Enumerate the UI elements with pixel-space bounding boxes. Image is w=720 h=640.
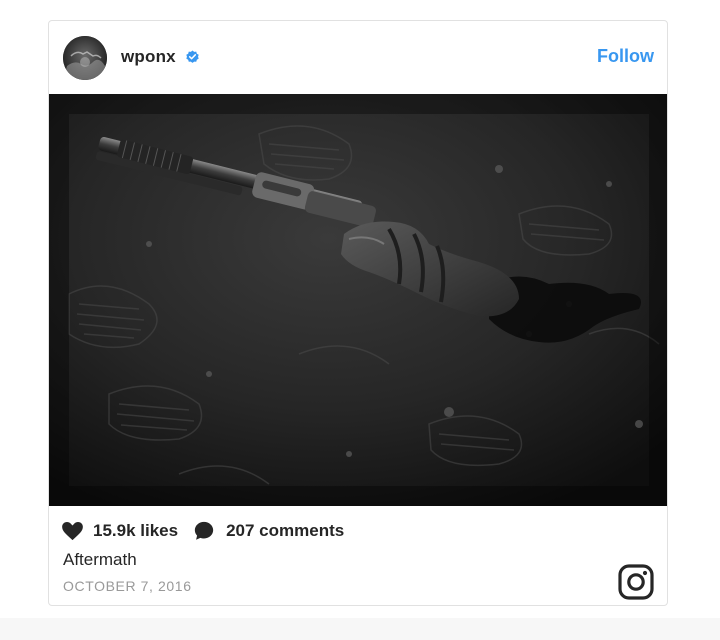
instagram-embed-card: wponx Follow 15.9k likes 207 comments Af… (48, 20, 668, 606)
likes-count: 15.9k likes (93, 521, 179, 540)
follow-button[interactable]: Follow (597, 46, 654, 67)
page: wponx Follow 15.9k likes 207 comments Af… (0, 0, 720, 640)
post-date: OCTOBER 7, 2016 (63, 578, 192, 594)
heart-icon[interactable] (62, 521, 83, 541)
username[interactable]: wponx (121, 47, 176, 67)
page-bottom-band (0, 618, 720, 640)
avatar[interactable] (63, 36, 107, 80)
post-photo[interactable] (49, 94, 667, 506)
comments-count: 207 comments (226, 521, 345, 540)
instagram-logo-icon[interactable] (618, 564, 654, 600)
engagement-row: 15.9k likes 207 comments (62, 520, 344, 542)
comment-bubble-icon[interactable] (194, 521, 214, 541)
verified-badge-icon (186, 50, 199, 63)
post-caption: Aftermath (63, 550, 137, 569)
post-header: wponx Follow (49, 21, 667, 93)
